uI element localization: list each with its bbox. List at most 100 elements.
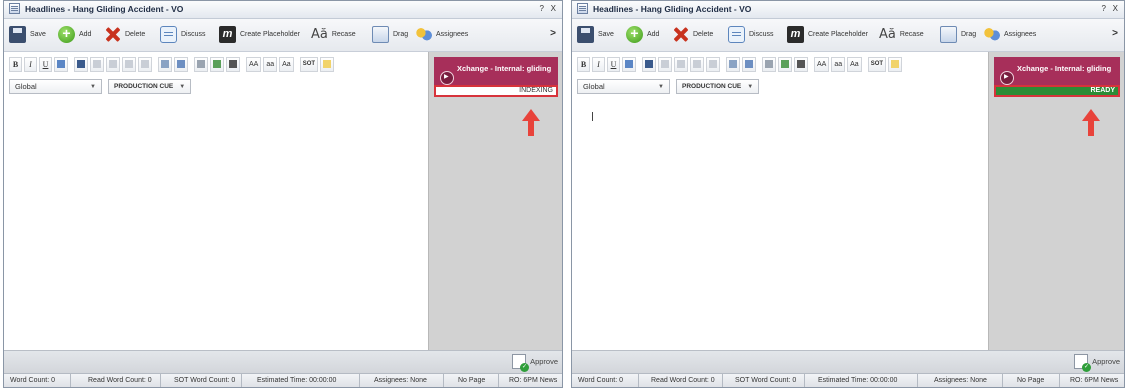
document-icon [577,3,588,14]
assignees-button[interactable]: Assignees [415,19,468,50]
discuss-button[interactable]: Discuss [728,19,774,50]
approve-icon [1074,354,1092,372]
delete-label: Delete [693,31,714,38]
underline-button[interactable]: U [39,56,52,72]
lowercase-button[interactable]: aa [263,56,278,72]
approve-icon [512,354,530,372]
uppercase-button[interactable]: AA [246,56,262,72]
media-play-icon [440,71,454,85]
add-label: Add [79,31,92,38]
estimated-time: Estimated Time: 00:00:00 [257,377,337,384]
scope-select-value: Global [15,82,37,91]
underline-button[interactable]: U [607,56,620,72]
insert-image-icon[interactable] [622,56,636,72]
save-button[interactable]: Save [9,19,46,50]
chevron-down-icon: ▼ [179,83,186,90]
lowercase-button[interactable]: aa [831,56,846,72]
recase-label: Recase [331,31,356,38]
add-icon [58,25,75,43]
document-icon [9,3,20,14]
drag-button[interactable]: Drag [372,19,408,50]
title-bar[interactable]: Headlines - Hang Gliding Accident - VO ?… [4,1,562,19]
find-icon[interactable] [726,56,740,72]
discuss-button[interactable]: Discuss [160,19,206,50]
main-toolbar: Save Add Delete Discuss Create Placehold… [4,19,562,52]
scope-select[interactable]: Global ▼ [577,79,670,94]
fullscreen-icon[interactable] [778,56,792,72]
script-editor[interactable]: B I U AA aa Aa SOT Global ▼ PRODUCTION CU… [4,52,428,350]
titlecase-button[interactable]: Aa [279,56,294,72]
status-divider [804,374,805,387]
redo-icon[interactable] [138,56,152,72]
create-placeholder-button[interactable]: Create Placeholder [219,19,300,50]
cut-icon[interactable] [90,56,104,72]
add-icon [626,25,643,43]
approve-bar: Approve [572,350,1124,373]
status-divider [722,374,723,387]
close-button[interactable]: X [1113,4,1118,13]
print-icon[interactable] [794,56,808,72]
replace-icon[interactable] [174,56,188,72]
cut-icon[interactable] [658,56,672,72]
title-bar[interactable]: Headlines - Hang Gliding Accident - VO ?… [572,1,1124,19]
select-all-icon[interactable] [74,56,88,72]
format-toolbar: B I U AA aa Aa SOT [577,55,903,73]
undo-icon[interactable] [122,56,136,72]
discuss-label: Discuss [181,31,206,38]
approve-button[interactable]: Approve [512,354,558,372]
page-layout-icon[interactable] [762,56,776,72]
add-button[interactable]: Add [58,19,91,50]
replace-icon[interactable] [742,56,756,72]
close-button[interactable]: X [551,4,556,13]
insert-image-icon[interactable] [54,56,68,72]
toolbar-more-button[interactable]: > [550,28,556,39]
fullscreen-icon[interactable] [210,56,224,72]
help-button[interactable]: ? [1102,4,1106,13]
undo-icon[interactable] [690,56,704,72]
create-placeholder-button[interactable]: Create Placeholder [787,19,868,50]
save-label: Save [598,31,614,38]
recase-button[interactable]: Aă Recase [879,19,924,50]
print-icon[interactable] [226,56,240,72]
assignees-label: Assignees [1004,31,1037,38]
note-icon[interactable] [320,56,335,72]
approve-label: Approve [1092,357,1120,366]
recase-label: Recase [899,31,924,38]
select-all-icon[interactable] [642,56,656,72]
toolbar-more-button[interactable]: > [1112,28,1118,39]
page-layout-icon[interactable] [194,56,208,72]
production-cue-value: PRODUCTION CUE [114,83,174,90]
page-status: No Page [1017,377,1045,384]
bold-button[interactable]: B [9,56,22,72]
help-button[interactable]: ? [540,4,544,13]
delete-button[interactable]: Delete [672,19,713,50]
drag-label: Drag [393,31,409,38]
italic-button[interactable]: I [24,56,37,72]
create-placeholder-label: Create Placeholder [240,31,300,38]
annotation-arrow-icon [522,109,540,136]
copy-icon[interactable] [106,56,120,72]
sot-button[interactable]: SOT [867,56,887,72]
status-bar: Word Count: 0 Read Word Count: 0 SOT Wor… [4,373,562,387]
note-icon[interactable] [888,56,903,72]
drag-button[interactable]: Drag [940,19,976,50]
add-button[interactable]: Add [626,19,659,50]
assignees-button[interactable]: Assignees [983,19,1036,50]
recase-button[interactable]: Aă Recase [311,19,356,50]
production-cue-select[interactable]: PRODUCTION CUE ▼ [676,79,760,94]
scope-select[interactable]: Global ▼ [9,79,102,94]
bold-button[interactable]: B [577,56,590,72]
script-editor[interactable]: B I U AA aa Aa SOT Global ▼ PRODUCTION CU… [572,52,988,350]
production-cue-select[interactable]: PRODUCTION CUE ▼ [108,79,192,94]
delete-button[interactable]: Delete [104,19,145,50]
redo-icon[interactable] [706,56,720,72]
assignees-label: Assignees [436,31,469,38]
sot-button[interactable]: SOT [299,56,319,72]
uppercase-button[interactable]: AA [814,56,830,72]
titlecase-button[interactable]: Aa [847,56,862,72]
find-icon[interactable] [158,56,172,72]
approve-button[interactable]: Approve [1074,354,1120,372]
italic-button[interactable]: I [592,56,605,72]
save-button[interactable]: Save [577,19,614,50]
copy-icon[interactable] [674,56,688,72]
